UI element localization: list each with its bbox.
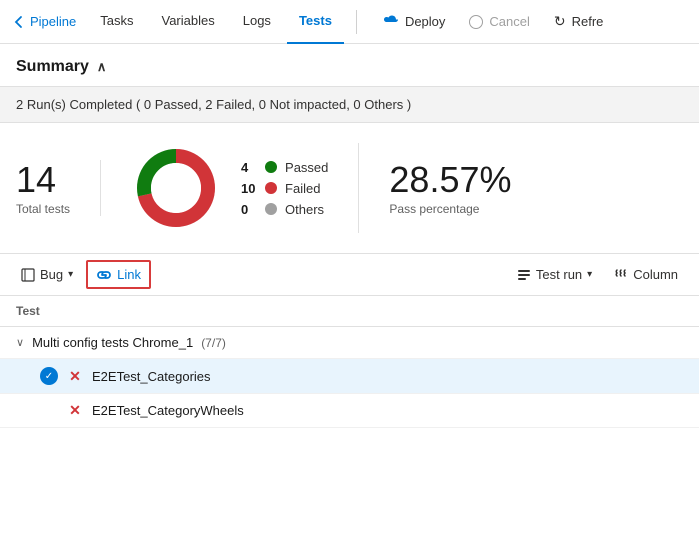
test-run-chevron-icon: ▾ — [587, 269, 592, 280]
bug-chevron-icon: ▾ — [68, 269, 73, 280]
group-name: Multi config tests Chrome_1 — [32, 335, 193, 350]
run-status-text: 2 Run(s) Completed ( 0 Passed, 2 Failed,… — [16, 97, 411, 112]
top-nav: Pipeline Tasks Variables Logs Tests Depl… — [0, 0, 699, 44]
link-button[interactable]: Link — [86, 260, 151, 289]
group-chevron-icon[interactable]: ∨ — [16, 336, 24, 349]
bug-icon — [21, 268, 35, 282]
total-tests-number: 14 — [16, 160, 56, 200]
nav-back-button[interactable]: Pipeline — [12, 14, 76, 29]
table-row[interactable]: ✕ E2ETest_CategoryWheels — [0, 394, 699, 428]
failed-label: Failed — [285, 181, 320, 196]
refresh-label: Refre — [572, 14, 604, 29]
pass-percentage-label: Pass percentage — [389, 202, 511, 216]
pass-percentage-block: 28.57% Pass percentage — [389, 160, 511, 216]
test-run-icon — [517, 268, 531, 282]
column-label: Column — [633, 267, 678, 282]
deploy-label: Deploy — [405, 14, 445, 29]
toolbar: Bug ▾ Link Test run ▾ Column — [0, 254, 699, 296]
legend-failed: 10 Failed — [241, 181, 328, 196]
test-group-row[interactable]: ∨ Multi config tests Chrome_1 (7/7) — [0, 327, 699, 359]
cancel-icon — [469, 15, 483, 29]
test-run-button[interactable]: Test run ▾ — [508, 261, 601, 288]
nav-item-logs[interactable]: Logs — [231, 0, 283, 44]
chart-area: 4 Passed 10 Failed 0 Others — [131, 143, 359, 233]
legend-passed: 4 Passed — [241, 160, 328, 175]
others-count: 0 — [241, 202, 257, 217]
column-icon — [614, 268, 628, 282]
failed-dot — [265, 182, 277, 194]
refresh-icon: ↻ — [554, 13, 566, 30]
donut-svg — [131, 143, 221, 233]
cancel-label: Cancel — [489, 14, 529, 29]
table-row[interactable]: ✓ ✕ E2ETest_Categories — [0, 359, 699, 394]
column-button[interactable]: Column — [605, 261, 687, 288]
cancel-button[interactable]: Cancel — [459, 8, 539, 35]
summary-title: Summary — [16, 58, 89, 76]
back-label: Pipeline — [30, 14, 76, 29]
others-dot — [265, 203, 277, 215]
donut-chart — [131, 143, 221, 233]
pass-percentage-number: 28.57% — [389, 160, 511, 200]
bug-button[interactable]: Bug ▾ — [12, 261, 82, 288]
group-count: (7/7) — [201, 336, 226, 350]
failed-count: 10 — [241, 181, 257, 196]
link-label: Link — [117, 267, 141, 282]
others-label: Others — [285, 202, 324, 217]
summary-header: Summary ∧ — [0, 44, 699, 86]
test-table: Test ∨ Multi config tests Chrome_1 (7/7)… — [0, 296, 699, 428]
nav-item-tasks[interactable]: Tasks — [88, 0, 145, 44]
summary-chevron-icon[interactable]: ∧ — [97, 59, 107, 75]
legend-others: 0 Others — [241, 202, 328, 217]
nav-item-tests[interactable]: Tests — [287, 0, 344, 44]
cloud-icon — [383, 13, 399, 30]
run-status-bar: 2 Run(s) Completed ( 0 Passed, 2 Failed,… — [0, 86, 699, 123]
nav-right: Deploy Cancel ↻ Refre — [373, 7, 613, 36]
failed-icon: ✕ — [66, 402, 84, 419]
nav-item-variables[interactable]: Variables — [150, 0, 227, 44]
test-name-2: E2ETest_CategoryWheels — [92, 403, 244, 418]
back-arrow-icon — [12, 15, 26, 29]
passed-label: Passed — [285, 160, 328, 175]
chart-legend: 4 Passed 10 Failed 0 Others — [241, 160, 328, 217]
test-run-label: Test run — [536, 267, 582, 282]
deploy-button[interactable]: Deploy — [373, 7, 455, 36]
test-name-1: E2ETest_Categories — [92, 369, 211, 384]
passed-count: 4 — [241, 160, 257, 175]
cloud-svg — [383, 13, 399, 27]
failed-icon: ✕ — [66, 368, 84, 385]
table-header: Test — [0, 296, 699, 327]
row-selected-indicator: ✓ — [40, 367, 58, 385]
bug-label: Bug — [40, 267, 63, 282]
passed-dot — [265, 161, 277, 173]
column-header-test: Test — [16, 304, 40, 318]
total-tests-label: Total tests — [16, 202, 70, 216]
link-icon — [96, 268, 112, 282]
toolbar-right: Test run ▾ Column — [508, 261, 687, 288]
nav-divider — [356, 10, 357, 34]
total-tests-block: 14 Total tests — [16, 160, 101, 216]
stats-row: 14 Total tests 4 — [0, 123, 699, 254]
refresh-button[interactable]: ↻ Refre — [544, 7, 614, 36]
